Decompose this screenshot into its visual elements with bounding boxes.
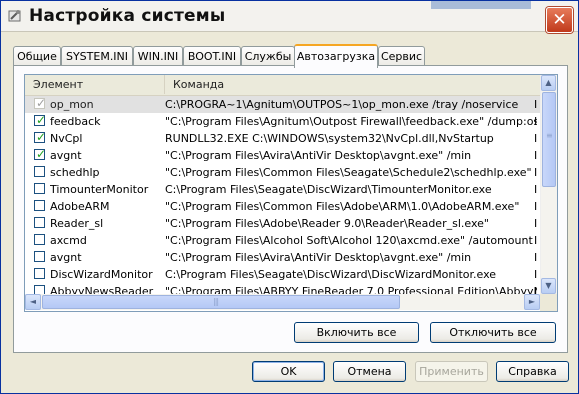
startup-item-command: "C:\Program Files\Common Files\Seagate\S… xyxy=(165,166,532,179)
checkmark-icon: ✓ xyxy=(36,130,47,144)
tab-system-ini[interactable]: SYSTEM.INI xyxy=(61,46,133,66)
list-item[interactable]: avgnt "C:\Program Files\Avira\AntiVir Des… xyxy=(25,249,540,266)
window-title: Настройка системы xyxy=(29,6,226,26)
startup-checkbox[interactable]: ✓ xyxy=(34,130,47,144)
close-button[interactable]: ✕ xyxy=(546,7,573,33)
checkmark-icon: ✓ xyxy=(36,96,47,110)
list-item[interactable]: ✓ avgnt "C:\Program Files\Avira\AntiVir De… xyxy=(25,147,540,164)
scroll-right-button[interactable]: ► xyxy=(524,294,540,310)
startup-checkbox[interactable] xyxy=(34,268,45,279)
checkmark-icon: ✓ xyxy=(36,113,47,127)
scroll-corner xyxy=(540,294,557,311)
list-item[interactable]: axcmd "C:\Program Files\Alcohol Soft\Alco… xyxy=(25,232,540,249)
tab-tools[interactable]: Сервис xyxy=(378,46,425,66)
scroll-up-button[interactable]: ▲ xyxy=(541,75,556,91)
startup-checkbox: ✓ xyxy=(34,96,47,110)
scroll-left-button[interactable]: ◄ xyxy=(25,294,41,310)
startup-checkbox[interactable] xyxy=(34,234,45,245)
startup-item-command: "C:\Program Files\Common Files\Adobe\ARM… xyxy=(165,200,520,213)
list-item[interactable]: ✓ NvCpl RUNDLL32.EXE C:\WINDOWS\system32\N… xyxy=(25,130,540,147)
startup-checkbox[interactable]: ✓ xyxy=(34,147,47,161)
startup-item-name: axcmd xyxy=(50,234,87,247)
msconfig-window: Настройка системы ✕ Общие SYSTEM.INI WIN… xyxy=(0,0,579,394)
tab-startup[interactable]: Автозагрузка xyxy=(294,44,378,68)
startup-checkbox[interactable] xyxy=(34,200,45,211)
startup-item-command: C:\PROGRA~1\Agnitum\OUTPOS~1\op_mon.exe … xyxy=(165,98,519,111)
startup-item-name: DiscWizardMonitor xyxy=(50,268,153,281)
startup-item-name: schedhlp xyxy=(50,166,100,179)
startup-panel: Элемент автозагрузки Команда ✓op_monC:\P… xyxy=(13,65,568,353)
column-header-item[interactable]: Элемент автозагрузки xyxy=(25,75,165,110)
cancel-button[interactable]: Отмена xyxy=(333,361,406,382)
tab-services[interactable]: Службы xyxy=(241,46,295,66)
vertical-grip-icon: ≡ xyxy=(546,131,553,140)
enable-all-button[interactable]: Включить все xyxy=(294,322,419,343)
background-strip xyxy=(431,1,531,9)
title-bar[interactable]: Настройка системы ✕ xyxy=(1,1,578,33)
startup-item-name: NvCpl xyxy=(50,132,83,145)
list-item[interactable]: ✓ feedback "C:\Program Files\Agnitum\Outpo… xyxy=(25,113,540,130)
startup-item-name: feedback xyxy=(50,115,101,128)
startup-checkbox[interactable] xyxy=(34,251,45,262)
list-header: Элемент автозагрузки Команда xyxy=(25,75,540,110)
system-config-icon xyxy=(8,10,21,22)
vertical-scrollbar[interactable]: ▲ ≡ ▼ xyxy=(540,75,557,294)
startup-item-command: C:\Program Files\Seagate\DiscWizard\Timo… xyxy=(165,183,492,196)
startup-item-name: op_mon xyxy=(50,98,94,111)
horizontal-scroll-thumb[interactable]: ||| xyxy=(42,295,400,309)
startup-checkbox[interactable] xyxy=(34,166,45,177)
startup-item-name: avgnt xyxy=(50,251,82,264)
apply-button[interactable]: Применить xyxy=(415,361,488,382)
list-rows: ✓ op_mon C:\PROGRA~1\Agnitum\OUTPOS~1\op_m… xyxy=(25,96,540,296)
tab-boot-ini[interactable]: BOOT.INI xyxy=(183,46,241,66)
list-item[interactable]: Reader_sl "C:\Program Files\Adobe\Reader … xyxy=(25,215,540,232)
startup-checkbox[interactable] xyxy=(34,217,45,228)
startup-checkbox[interactable] xyxy=(34,183,45,194)
ok-button[interactable]: OK xyxy=(252,361,325,382)
startup-item-command: RUNDLL32.EXE C:\WINDOWS\system32\NvCpl.d… xyxy=(165,132,494,145)
startup-item-name: TimounterMonitor xyxy=(50,183,149,196)
horizontal-grip-icon: ||| xyxy=(213,297,219,306)
list-item[interactable]: schedhlp "C:\Program Files\Common Files\S… xyxy=(25,164,540,181)
startup-item-command: "C:\Program Files\Agnitum\Outpost Firewa… xyxy=(165,115,537,128)
startup-item-command: "C:\Program Files\Avira\AntiVir Desktop\… xyxy=(165,251,472,264)
list-item[interactable]: DiscWizardMonitor C:\Program Files\Seagat… xyxy=(25,266,540,283)
scroll-down-button[interactable]: ▼ xyxy=(541,278,556,294)
horizontal-scrollbar[interactable]: ◄ ||| ► xyxy=(25,294,540,310)
column-header-command[interactable]: Команда xyxy=(165,75,540,94)
vertical-scroll-thumb[interactable]: ≡ xyxy=(542,92,556,187)
startup-item-name: Reader_sl xyxy=(50,217,104,230)
startup-list[interactable]: Элемент автозагрузки Команда ✓op_monC:\P… xyxy=(24,74,558,312)
checkmark-icon: ✓ xyxy=(36,147,47,161)
list-item[interactable]: TimounterMonitor C:\Program Files\Seagate… xyxy=(25,181,540,198)
startup-item-command: "C:\Program Files\Alcohol Soft\Alcohol 1… xyxy=(165,234,533,247)
startup-item-command: "C:\Program Files\Avira\AntiVir Desktop\… xyxy=(165,149,472,162)
tab-general[interactable]: Общие xyxy=(13,46,61,66)
disable-all-button[interactable]: Отключить все xyxy=(430,322,556,343)
list-item[interactable]: AdobeARM "C:\Program Files\Common Files\A… xyxy=(25,198,540,215)
list-item[interactable]: ✓ op_mon C:\PROGRA~1\Agnitum\OUTPOS~1\op_m… xyxy=(25,96,540,113)
help-button[interactable]: Справка xyxy=(496,361,569,382)
tab-win-ini[interactable]: WIN.INI xyxy=(133,46,183,66)
startup-item-command: C:\Program Files\Seagate\DiscWizard\Disc… xyxy=(165,268,497,281)
startup-item-name: AdobeARM xyxy=(50,200,110,213)
startup-checkbox[interactable]: ✓ xyxy=(34,113,47,127)
startup-item-name: avgnt xyxy=(50,149,82,162)
startup-item-command: "C:\Program Files\Adobe\Reader 9.0\Reade… xyxy=(165,217,489,230)
